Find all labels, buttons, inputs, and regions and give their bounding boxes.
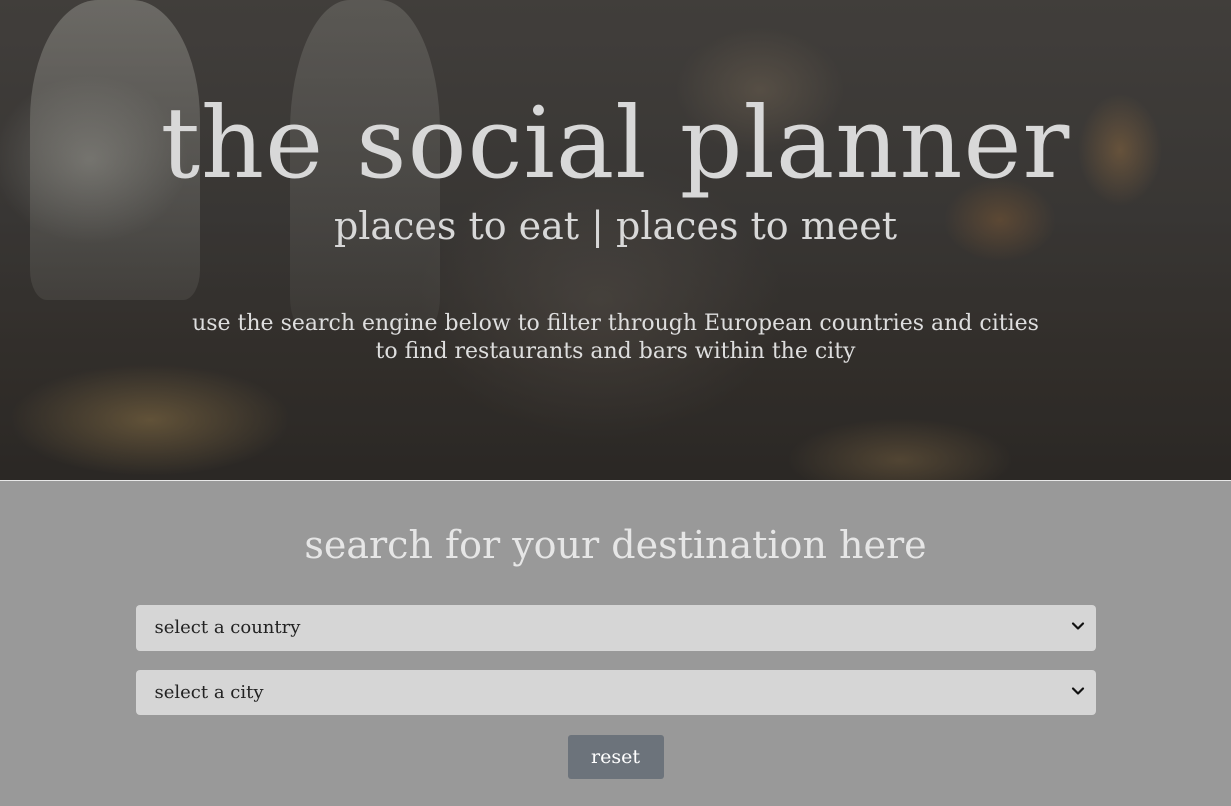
description-line: to find restaurants and bars within the … — [375, 339, 856, 364]
search-section: search for your destination here select … — [0, 481, 1231, 806]
city-select-value: select a city — [154, 682, 264, 703]
country-select[interactable]: select a country — [135, 605, 1096, 651]
chevron-down-icon — [1071, 622, 1084, 630]
hero-banner: the social planner places to eat | place… — [0, 0, 1231, 480]
country-select-value: select a country — [154, 617, 301, 638]
search-heading: search for your destination here — [304, 523, 927, 567]
hero-description: use the search engine below to filter th… — [166, 310, 1066, 366]
city-select[interactable]: select a city — [135, 670, 1096, 715]
site-tagline: places to eat | places to meet — [333, 204, 898, 248]
chevron-down-icon — [1071, 687, 1084, 695]
reset-button[interactable]: reset — [567, 735, 664, 779]
description-line: use the search engine below to filter th… — [192, 311, 1039, 336]
site-title: the social planner — [160, 87, 1071, 201]
hero-content: the social planner places to eat | place… — [0, 0, 1231, 366]
